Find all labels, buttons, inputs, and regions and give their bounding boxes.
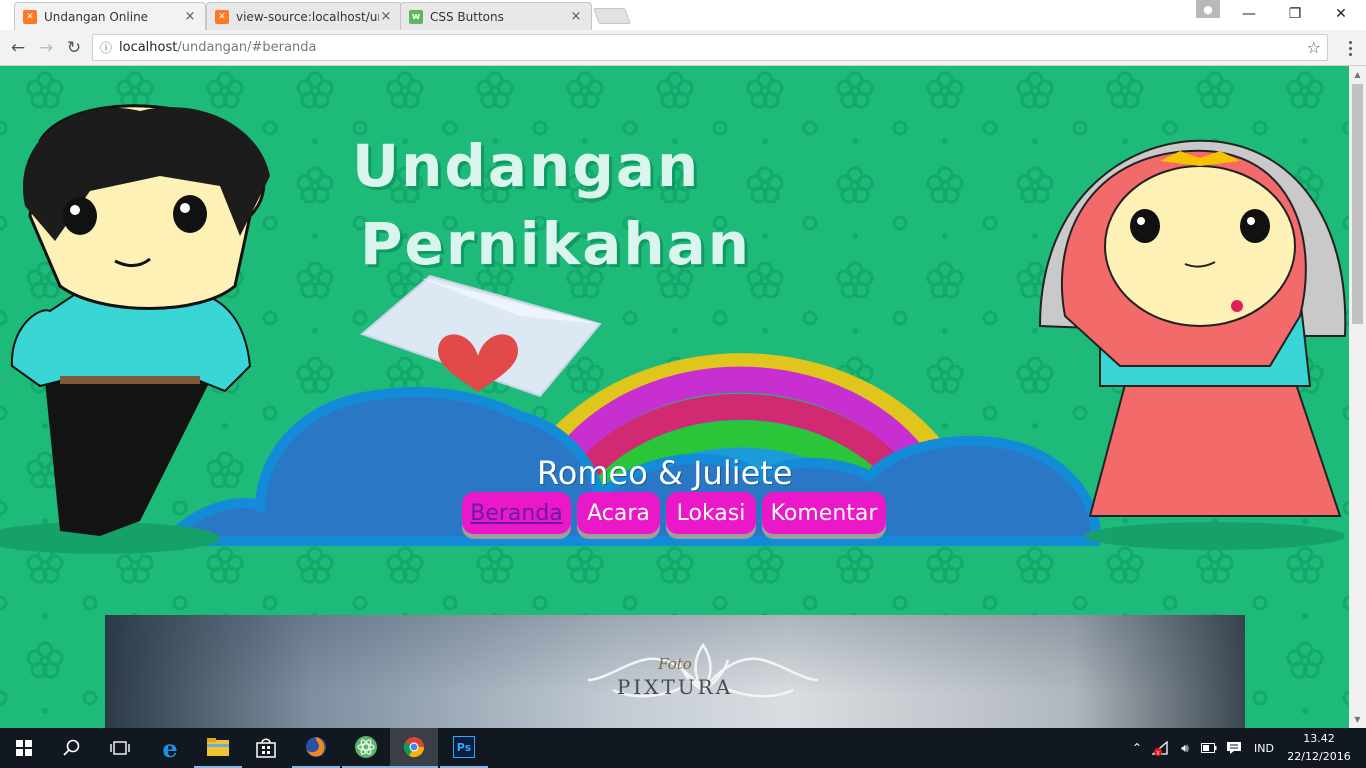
svg-text:x: x <box>1156 750 1160 757</box>
tab-title: Undangan Online <box>44 9 149 24</box>
file-explorer-icon[interactable] <box>194 728 242 768</box>
scroll-down-icon[interactable]: ▼ <box>1349 711 1366 728</box>
couple-name: Romeo & Juliete <box>537 454 793 492</box>
xampp-icon: ✕ <box>215 9 229 24</box>
back-icon[interactable]: ← <box>6 36 30 60</box>
reload-icon[interactable]: ↻ <box>62 36 86 60</box>
store-icon[interactable] <box>242 728 290 768</box>
tab-undangan-online[interactable]: ✕ Undangan Online × <box>14 2 206 30</box>
clock-date: 22/12/2016 <box>1287 750 1351 763</box>
task-view-icon[interactable] <box>96 728 144 768</box>
url-path: /undangan/#beranda <box>177 40 317 55</box>
atom-icon[interactable] <box>342 728 390 768</box>
banner-script-text: Foto <box>658 655 692 673</box>
address-bar[interactable]: ⓘ localhost/undangan/#beranda ☆ <box>92 34 1328 61</box>
battery-icon[interactable] <box>1198 728 1220 768</box>
input-language[interactable]: IND <box>1248 728 1280 768</box>
start-icon[interactable] <box>0 728 48 768</box>
page-scrollbar[interactable]: ▲ ▼ <box>1349 66 1366 728</box>
action-center-icon[interactable] <box>1222 728 1246 768</box>
bookmark-star-icon[interactable]: ☆ <box>1307 38 1321 57</box>
title-line-1: Undangan <box>352 132 701 200</box>
system-clock[interactable]: 13.42 22/12/2016 <box>1284 730 1354 766</box>
clock-time: 13.42 <box>1303 732 1335 745</box>
browser-menu-icon[interactable] <box>1341 36 1359 60</box>
firefox-icon[interactable] <box>292 728 340 768</box>
nav-beranda[interactable]: Beranda <box>462 492 571 534</box>
search-icon[interactable] <box>48 728 96 768</box>
tab-view-source[interactable]: ✕ view-source:localhost/ur × <box>206 2 402 30</box>
url-host: localhost <box>119 40 178 55</box>
maximize-button[interactable]: ❐ <box>1272 0 1318 28</box>
close-tab-icon[interactable]: × <box>569 9 583 24</box>
close-window-button[interactable]: ✕ <box>1318 0 1364 28</box>
nav-acara[interactable]: Acara <box>577 492 660 534</box>
banner-brand: PIXTURA <box>616 675 734 699</box>
browser-chrome: ✕ Undangan Online × ✕ view-source:localh… <box>0 0 1366 66</box>
show-hidden-icons-icon[interactable]: ⌃ <box>1128 728 1146 768</box>
title-line-2: Pernikahan <box>360 210 752 278</box>
xampp-icon: ✕ <box>23 9 37 24</box>
volume-icon[interactable]: 🔊︎ <box>1174 728 1196 768</box>
w3schools-icon: w <box>409 9 423 24</box>
nav-lokasi[interactable]: Lokasi <box>666 492 756 534</box>
scroll-thumb[interactable] <box>1352 84 1363 324</box>
close-tab-icon[interactable]: × <box>183 9 197 24</box>
scroll-up-icon[interactable]: ▲ <box>1349 66 1366 83</box>
windows-taskbar: e Ps ⌃ x 🔊︎ IND 13.42 22/12/2016 <box>0 728 1366 768</box>
browser-toolbar: ← → ↻ ⓘ localhost/undangan/#beranda ☆ <box>0 30 1366 66</box>
forward-icon[interactable]: → <box>34 36 58 60</box>
info-icon[interactable]: ⓘ <box>93 39 119 56</box>
close-tab-icon[interactable]: × <box>379 9 393 24</box>
new-tab-button[interactable] <box>593 8 631 24</box>
page-viewport: Undangan Pernikahan Romeo & Juliete Bera… <box>0 66 1349 728</box>
nav-komentar[interactable]: Komentar <box>762 492 886 534</box>
user-profile-icon[interactable]: ● <box>1196 0 1220 18</box>
tab-strip: ✕ Undangan Online × ✕ view-source:localh… <box>0 0 1366 30</box>
photoshop-icon[interactable]: Ps <box>440 728 488 768</box>
tab-title: view-source:localhost/ur <box>236 9 379 24</box>
hero-section: Undangan Pernikahan Romeo & Juliete Bera… <box>0 66 1349 728</box>
chrome-icon[interactable] <box>390 728 438 768</box>
tab-title: CSS Buttons <box>430 9 504 24</box>
photo-banner: Foto PIXTURA <box>105 615 1245 728</box>
minimize-button[interactable]: — <box>1226 0 1272 28</box>
edge-icon[interactable]: e <box>146 728 194 768</box>
tab-css-buttons[interactable]: w CSS Buttons × <box>400 2 592 30</box>
network-disconnected-icon[interactable]: x <box>1150 728 1172 768</box>
main-navigation: Beranda Acara Lokasi Komentar <box>462 492 886 534</box>
